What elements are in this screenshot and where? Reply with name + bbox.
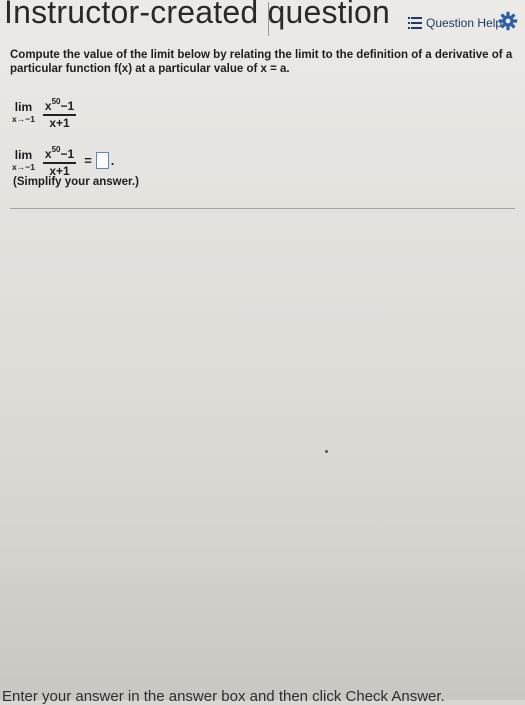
simplify-note: (Simplify your answer.) — [13, 176, 139, 188]
lim-operator: lim x→−1 — [12, 100, 35, 124]
question-content: Compute the value of the limit below by … — [10, 48, 515, 76]
answer-line: lim x→−1 x50−1 x+1 = . — [12, 142, 114, 179]
period: . — [110, 152, 115, 168]
question-help-button[interactable]: Question Help — [408, 12, 502, 34]
section-divider — [10, 208, 515, 209]
lim-word: lim — [14, 100, 33, 115]
page-title: Instructor-created question — [4, 0, 391, 30]
equals-sign: = — [84, 152, 92, 168]
fraction-numerator: x50−1 — [44, 145, 75, 161]
lim-operator: lim x→−1 — [12, 148, 35, 172]
header: Instructor-created question Question Hel… — [0, 0, 525, 42]
list-icon — [408, 17, 422, 29]
fraction-numerator: x50−1 — [44, 97, 75, 113]
lim-subscript: x→−1 — [12, 162, 35, 173]
lim-word: lim — [14, 148, 33, 163]
page: Instructor-created question Question Hel… — [0, 0, 525, 705]
question-help-label: Question Help — [426, 16, 503, 30]
fraction-denominator: x+1 — [49, 115, 70, 130]
answer-input[interactable] — [95, 151, 109, 169]
title-divider — [268, 2, 269, 36]
stray-dot — [325, 450, 328, 453]
limit-fraction: x50−1 x+1 — [42, 94, 77, 131]
bottom-shade — [0, 520, 525, 700]
lim-subscript: x→−1 — [12, 114, 35, 125]
answer-instruction: Enter your answer in the answer box and … — [2, 688, 445, 705]
question-prompt: Compute the value of the limit below by … — [10, 49, 513, 75]
limit-expression: lim x→−1 x50−1 x+1 — [12, 94, 77, 131]
limit-fraction: x50−1 x+1 — [42, 142, 77, 179]
gear-icon[interactable] — [494, 6, 522, 36]
